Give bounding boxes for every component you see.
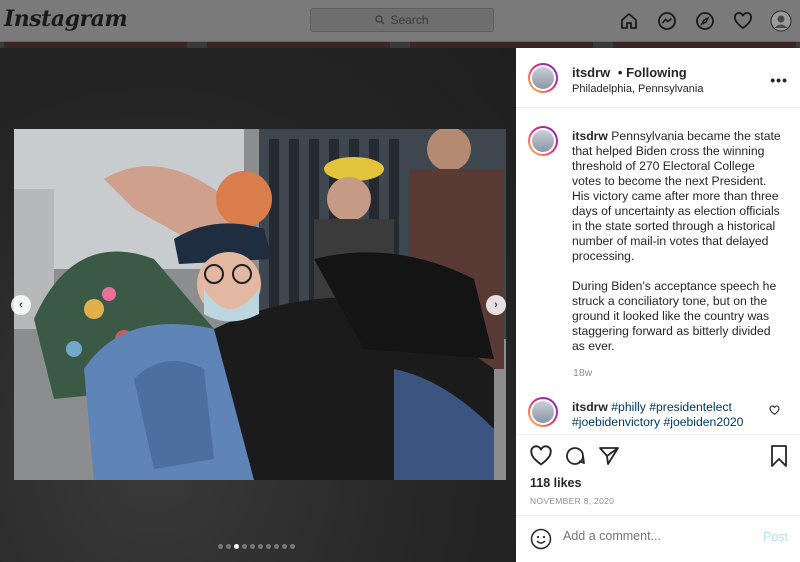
add-comment-input[interactable] xyxy=(563,529,743,543)
carousel-dot xyxy=(226,544,231,549)
next-slide-arrow[interactable]: › xyxy=(486,295,506,315)
previous-slide-arrow[interactable]: ‹ xyxy=(11,295,31,315)
follow-status[interactable]: • Following xyxy=(618,65,687,80)
author-avatar[interactable] xyxy=(528,63,558,93)
like-comment-heart-icon[interactable] xyxy=(769,405,780,416)
post-photo xyxy=(14,129,506,480)
caption-timestamp[interactable]: 18w xyxy=(573,367,592,379)
comment-bubble-icon[interactable] xyxy=(563,444,587,468)
carousel-dot xyxy=(282,544,287,549)
post-location[interactable]: Philadelphia, Pennsylvania xyxy=(572,83,703,95)
messenger-icon[interactable] xyxy=(654,8,680,34)
carousel-dot xyxy=(250,544,255,549)
carousel-dot xyxy=(274,544,279,549)
comment-author-avatar[interactable] xyxy=(528,397,558,427)
comment-item: itsdrw #philly #presidentelect #joebiden… xyxy=(572,400,752,430)
like-heart-icon[interactable] xyxy=(529,444,553,468)
search-placeholder: Search xyxy=(390,13,429,27)
profile-avatar-icon[interactable] xyxy=(768,8,794,34)
explore-compass-icon[interactable] xyxy=(692,8,718,34)
carousel-dot xyxy=(258,544,263,549)
post-caption: itsdrw Pennsylvania became the state tha… xyxy=(572,129,786,369)
caption-paragraph-1: Pennsylvania became the state that helpe… xyxy=(572,129,781,263)
comment-username[interactable]: itsdrw xyxy=(572,400,608,414)
carousel-dot xyxy=(218,544,223,549)
post-media-panel: ‹ › xyxy=(0,48,516,562)
caption-paragraph-2: During Biden's acceptance speech he stru… xyxy=(572,279,777,353)
more-options-icon[interactable]: ••• xyxy=(770,72,788,88)
instagram-logo[interactable]: Instagram xyxy=(4,6,128,32)
home-icon[interactable] xyxy=(616,8,642,34)
author-username[interactable]: itsdrw xyxy=(572,65,610,80)
carousel-dots xyxy=(218,544,295,549)
top-navigation-bar: Instagram Search xyxy=(0,0,800,42)
carousel-dot xyxy=(290,544,295,549)
post-actions: 118 likes NOVEMBER 8, 2020 xyxy=(516,434,800,516)
search-icon xyxy=(375,15,385,25)
search-box[interactable]: Search xyxy=(310,8,494,32)
activity-heart-icon[interactable] xyxy=(730,8,756,34)
carousel-dot xyxy=(242,544,247,549)
post-comment-button[interactable]: Post xyxy=(763,530,788,544)
likes-count[interactable]: 118 likes xyxy=(530,476,581,490)
save-bookmark-icon[interactable] xyxy=(768,444,790,468)
post-header: itsdrw • Following Philadelphia, Pennsyl… xyxy=(516,48,800,108)
carousel-dot-active xyxy=(234,544,239,549)
comments-list[interactable]: itsdrw Pennsylvania became the state tha… xyxy=(516,109,800,434)
emoji-icon[interactable] xyxy=(530,528,552,550)
post-date[interactable]: NOVEMBER 8, 2020 xyxy=(530,496,614,506)
caption-username[interactable]: itsdrw xyxy=(572,129,608,143)
carousel-dot xyxy=(266,544,271,549)
caption-author-avatar[interactable] xyxy=(528,126,558,156)
post-detail-panel: itsdrw • Following Philadelphia, Pennsyl… xyxy=(516,48,800,562)
share-paper-plane-icon[interactable] xyxy=(597,444,621,468)
add-comment-bar: Post xyxy=(516,515,800,562)
